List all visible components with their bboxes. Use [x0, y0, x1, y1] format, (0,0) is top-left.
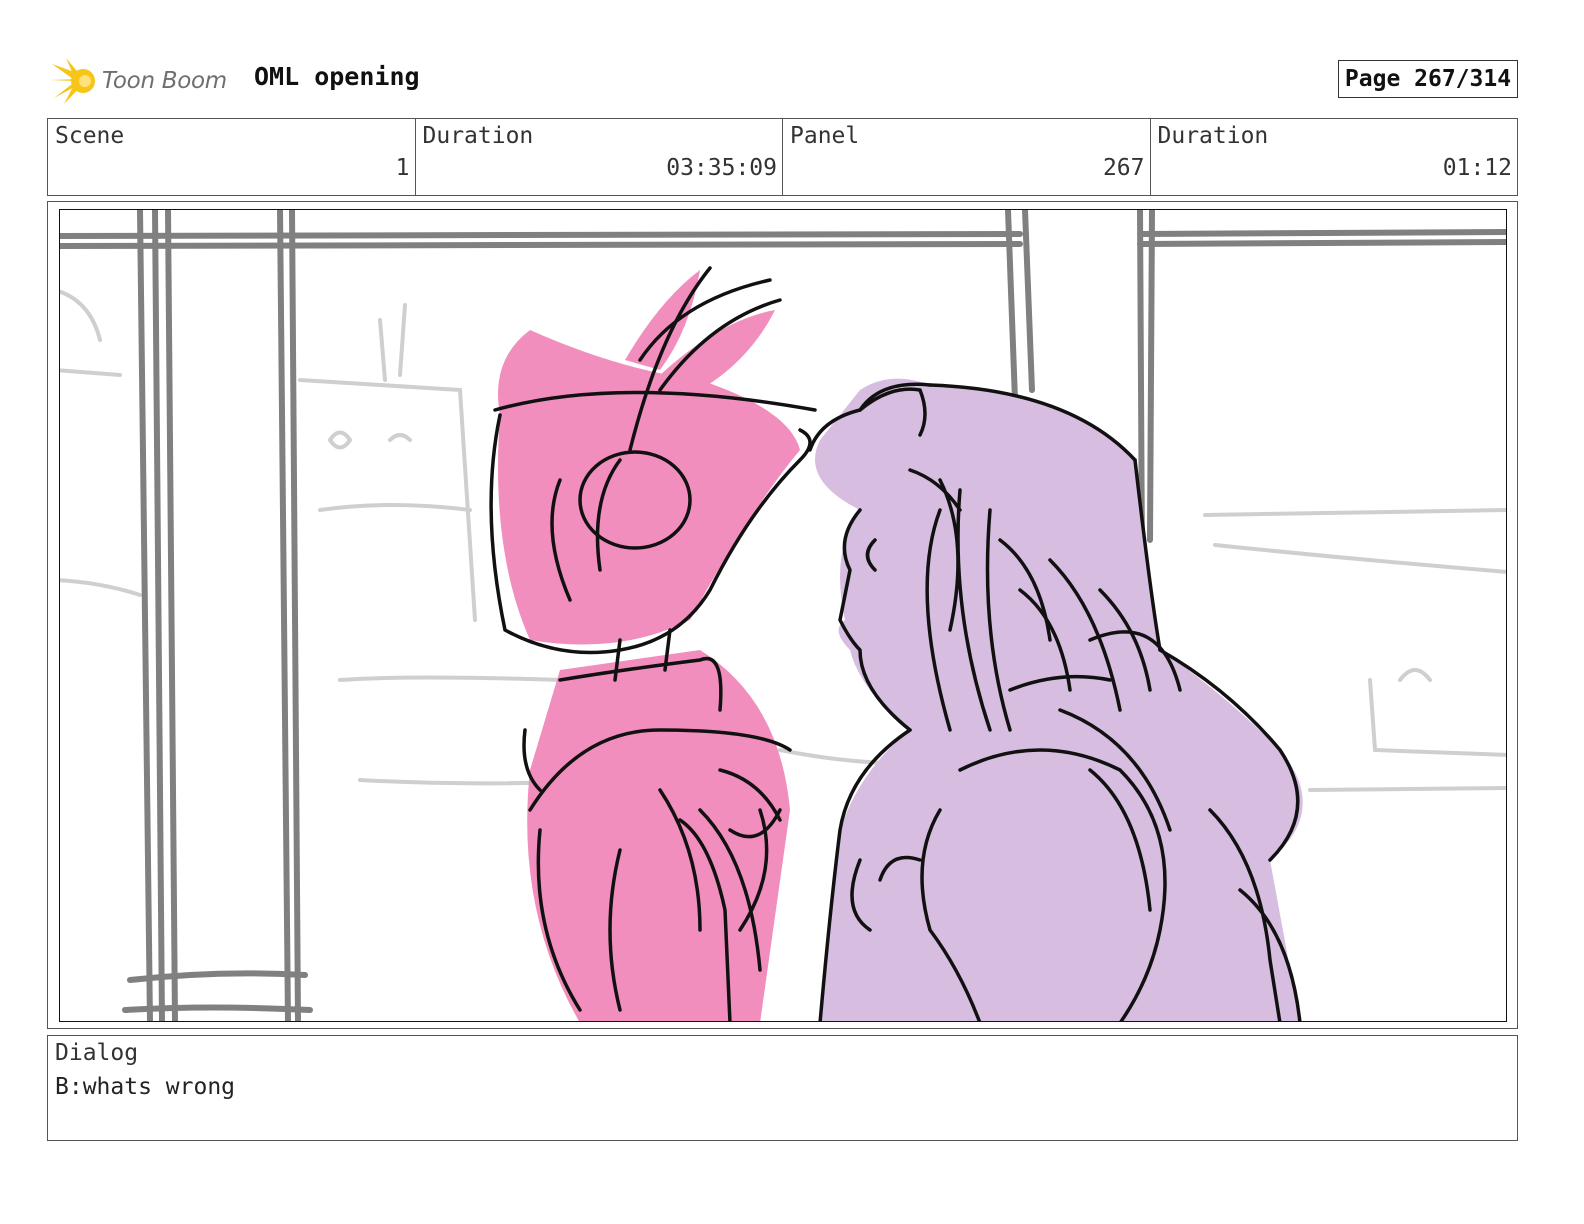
panel-duration-label: Duration	[1157, 123, 1269, 149]
scene-cell: Scene 1	[48, 119, 416, 195]
panel-value: 267	[1102, 155, 1145, 181]
starburst-icon	[50, 58, 95, 104]
dialog-box: Dialog B:whats wrong	[47, 1035, 1518, 1141]
toon-boom-logo: Toon Boom	[50, 56, 240, 106]
scene-value: 1	[395, 155, 410, 181]
panel-info-row: Scene 1 Duration 03:35:09 Panel 267 Dura…	[47, 118, 1518, 196]
dialog-label: Dialog	[55, 1040, 139, 1066]
scene-duration-label: Duration	[422, 123, 534, 149]
panel-duration-cell: Duration 01:12	[1151, 119, 1518, 195]
panel-duration-value: 01:12	[1442, 155, 1512, 181]
panel-label: Panel	[790, 123, 860, 149]
logo-wordmark: Toon Boom	[102, 68, 227, 94]
storyboard-panel-image	[59, 209, 1507, 1022]
scene-duration-value: 03:35:09	[666, 155, 777, 181]
dialog-text: B:whats wrong	[55, 1074, 236, 1100]
document-title: OML opening	[254, 62, 420, 91]
scene-duration-cell: Duration 03:35:09	[416, 119, 783, 195]
storyboard-sketch	[60, 210, 1506, 1021]
scene-label: Scene	[55, 123, 125, 149]
page-indicator: Page 267/314	[1338, 60, 1518, 98]
panel-cell: Panel 267	[783, 119, 1151, 195]
